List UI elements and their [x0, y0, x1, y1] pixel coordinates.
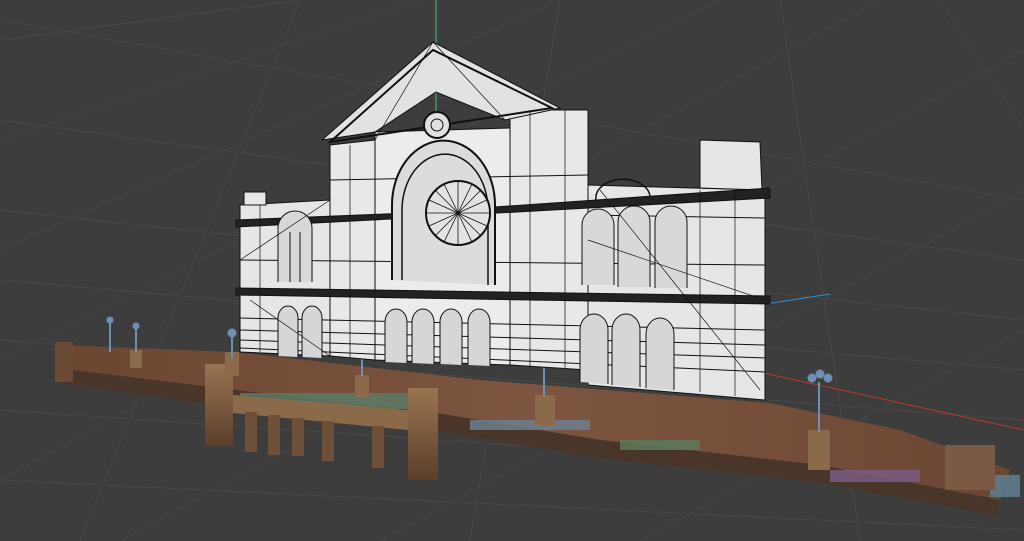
viewport-canvas[interactable]: [0, 0, 1024, 541]
lamp-post: [132, 322, 140, 352]
pediment-clock: [423, 111, 451, 139]
lamp-post: [106, 316, 114, 352]
3d-viewport[interactable]: [0, 0, 1024, 541]
building-facade: [235, 41, 771, 401]
